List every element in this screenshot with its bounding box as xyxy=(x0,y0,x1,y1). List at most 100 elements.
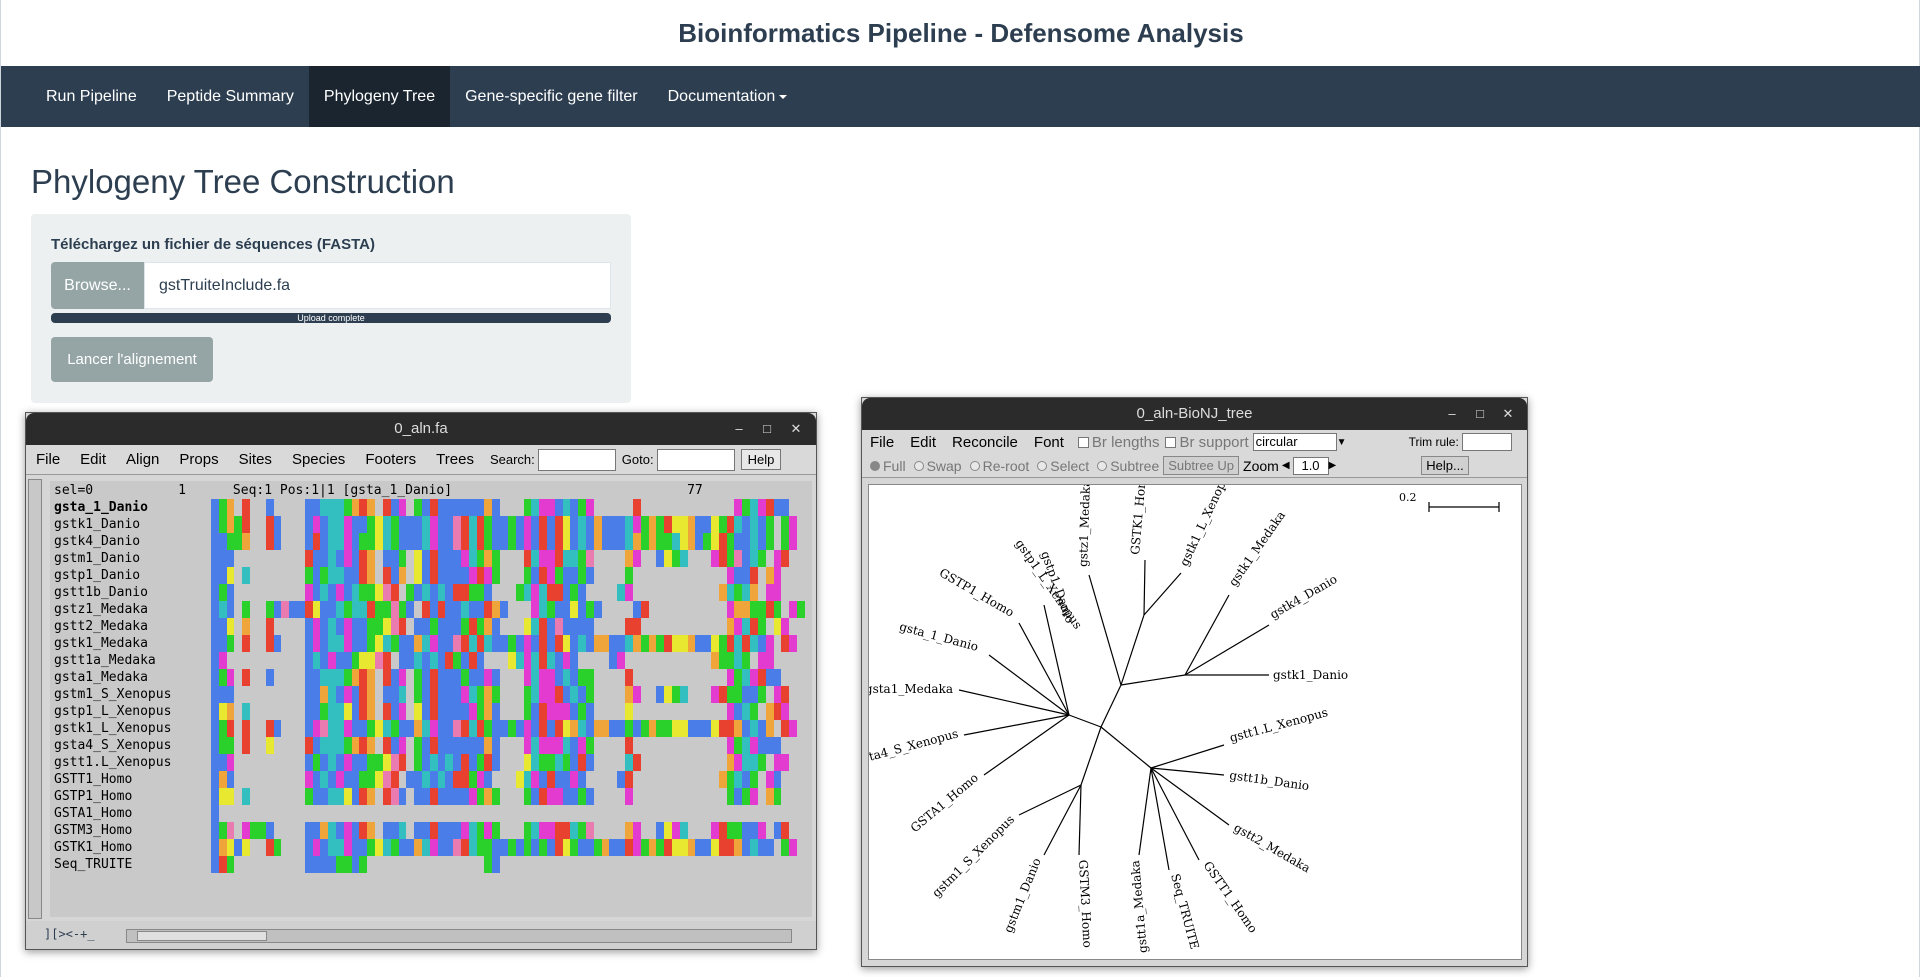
tree-canvas[interactable]: 0.2 gstz1_Medaka GSTK1_Homo gstk1_L_Xeno… xyxy=(868,484,1522,960)
sequence-row xyxy=(211,737,806,754)
tree-leaf: gstm1_S_Xenopus xyxy=(929,812,1017,900)
fold-controls[interactable]: ][><-+_ xyxy=(44,927,95,941)
tree-leaf: gstt1.L_Xenopus xyxy=(1228,705,1329,745)
sequence-name[interactable]: gstk1_Medaka xyxy=(54,635,171,652)
menu-edit[interactable]: Edit xyxy=(70,451,116,468)
menu-species[interactable]: Species xyxy=(282,451,355,468)
upload-progress-bar: Upload complete xyxy=(51,313,611,323)
menu-props[interactable]: Props xyxy=(169,451,228,468)
sequence-name[interactable]: gstz1_Medaka xyxy=(54,601,171,618)
sequence-name[interactable]: gstt2_Medaka xyxy=(54,618,171,635)
sequence-name[interactable]: gstm1_S_Xenopus xyxy=(54,686,171,703)
mode-full-radio[interactable] xyxy=(870,460,880,471)
file-name-field[interactable]: gstTruiteInclude.fa xyxy=(144,262,611,309)
sequence-name[interactable]: gsta1_Medaka xyxy=(54,669,171,686)
tree-menu-file[interactable]: File xyxy=(862,434,902,451)
scroll-thumb[interactable] xyxy=(137,931,267,941)
sequence-row xyxy=(211,618,806,635)
goto-input[interactable] xyxy=(656,448,735,471)
layout-select[interactable]: circular xyxy=(1252,433,1337,451)
minimize-icon[interactable]: – xyxy=(1442,404,1462,424)
tree-window-title: 0_aln-BioNJ_tree xyxy=(1136,405,1253,422)
menu-sites[interactable]: Sites xyxy=(229,451,282,468)
sequence-name[interactable]: gsta4_S_Xenopus xyxy=(54,737,171,754)
zoom-input[interactable]: 1.0 xyxy=(1292,456,1329,475)
run-alignment-button[interactable]: Lancer l'alignement xyxy=(51,337,213,382)
sequence-name[interactable]: gstp1_L_Xenopus xyxy=(54,703,171,720)
sequence-name[interactable]: gsta_1_Danio xyxy=(54,499,171,516)
horizontal-scrollbar[interactable] xyxy=(126,929,792,943)
tree-menu-edit[interactable]: Edit xyxy=(902,434,944,451)
nav-documentation[interactable]: Documentation xyxy=(653,66,803,127)
vertical-scrollbar[interactable] xyxy=(28,479,42,919)
alignment-length: 77 xyxy=(687,483,703,498)
close-icon[interactable]: ✕ xyxy=(1498,404,1518,424)
br-support-checkbox[interactable] xyxy=(1165,436,1177,448)
maximize-icon[interactable]: □ xyxy=(1470,404,1490,424)
browse-button[interactable]: Browse... xyxy=(51,262,144,309)
search-input[interactable] xyxy=(537,448,616,471)
sequence-name[interactable]: gstk1_Danio xyxy=(54,516,171,533)
maximize-icon[interactable]: □ xyxy=(757,419,777,439)
sequence-name[interactable]: gstt1b_Danio xyxy=(54,584,171,601)
zoom-increase-icon[interactable]: ▶ xyxy=(1329,460,1337,471)
sequence-row xyxy=(211,754,806,771)
br-support-label: Br support xyxy=(1179,433,1249,451)
selection-count: sel=0 xyxy=(54,483,94,498)
sequence-name[interactable]: gstm1_Danio xyxy=(54,550,171,567)
trim-rule-input[interactable] xyxy=(1461,433,1512,451)
sequence-name[interactable]: GSTP1_Homo xyxy=(54,788,171,805)
mode-swap-radio[interactable] xyxy=(913,460,924,471)
sequence-name[interactable]: GSTA1_Homo xyxy=(54,805,171,822)
tree-window: 0_aln-BioNJ_tree – □ ✕ File Edit Reconci… xyxy=(861,397,1528,967)
tree-menu-font[interactable]: Font xyxy=(1026,434,1072,451)
nav-run-pipeline[interactable]: Run Pipeline xyxy=(31,66,152,127)
sequence-name[interactable]: GSTT1_Homo xyxy=(54,771,171,788)
chevron-down-icon[interactable]: ▼ xyxy=(1337,437,1347,448)
tree-menubar: File Edit Reconcile Font Br lengths Br s… xyxy=(862,430,1527,454)
sequence-name[interactable]: GSTK1_Homo xyxy=(54,839,171,856)
sequence-name[interactable]: gstt1.L_Xenopus xyxy=(54,754,171,771)
tree-leaf: gstk1_Danio xyxy=(1273,668,1348,682)
tree-help-button[interactable]: Help... xyxy=(1421,456,1469,475)
sequence-name[interactable]: GSTM3_Homo xyxy=(54,822,171,839)
mode-subtree-label: Subtree xyxy=(1110,457,1160,474)
sequence-name[interactable]: gstt1a_Medaka xyxy=(54,652,171,669)
menu-align[interactable]: Align xyxy=(116,451,169,468)
tree-window-titlebar[interactable]: 0_aln-BioNJ_tree – □ ✕ xyxy=(862,398,1527,430)
sequence-name[interactable]: Seq_TRUITE xyxy=(54,856,171,873)
upload-panel: Téléchargez un fichier de séquences (FAS… xyxy=(31,214,631,403)
subtree-up-button[interactable]: Subtree Up xyxy=(1163,456,1240,475)
tree-menu-reconcile[interactable]: Reconcile xyxy=(944,434,1026,451)
navbar: Run Pipeline Peptide Summary Phylogeny T… xyxy=(1,66,1920,127)
nav-documentation-label: Documentation xyxy=(667,88,776,105)
br-lengths-checkbox[interactable] xyxy=(1077,436,1089,448)
nav-phylogeny-tree[interactable]: Phylogeny Tree xyxy=(308,66,451,127)
tree-leaf: GSTA1_Homo xyxy=(908,771,981,836)
mode-subtree-radio[interactable] xyxy=(1097,460,1108,471)
mode-select-radio[interactable] xyxy=(1037,460,1048,471)
sequence-matrix[interactable] xyxy=(211,499,806,873)
tree-branch xyxy=(1100,726,1152,769)
sequence-name[interactable]: gstk1_L_Xenopus xyxy=(54,720,171,737)
sequence-row xyxy=(211,584,806,601)
menu-file[interactable]: File xyxy=(26,451,70,468)
sequence-name[interactable]: gstk4_Danio xyxy=(54,533,171,550)
nav-gene-filter[interactable]: Gene-specific gene filter xyxy=(450,66,653,127)
mode-reroot-radio[interactable] xyxy=(969,460,980,471)
close-icon[interactable]: ✕ xyxy=(786,419,806,439)
help-button[interactable]: Help xyxy=(740,449,782,470)
sequence-row xyxy=(211,533,806,550)
sequence-row xyxy=(211,839,806,856)
nav-peptide-summary[interactable]: Peptide Summary xyxy=(152,66,309,127)
minimize-icon[interactable]: – xyxy=(729,419,749,439)
menu-footers[interactable]: Footers xyxy=(355,451,426,468)
alignment-panel[interactable]: sel=0 1 Seq:1 Pos:1|1 [gsta_1_Danio] 77 gs… xyxy=(50,481,812,917)
sequence-row xyxy=(211,652,806,669)
alignment-window-titlebar[interactable]: 0_aln.fa – □ ✕ xyxy=(26,413,816,445)
goto-label: Goto: xyxy=(621,452,654,467)
sequence-row xyxy=(211,550,806,567)
zoom-decrease-icon[interactable]: ◀ xyxy=(1282,460,1290,471)
sequence-name[interactable]: gstp1_Danio xyxy=(54,567,171,584)
menu-trees[interactable]: Trees xyxy=(426,451,484,468)
